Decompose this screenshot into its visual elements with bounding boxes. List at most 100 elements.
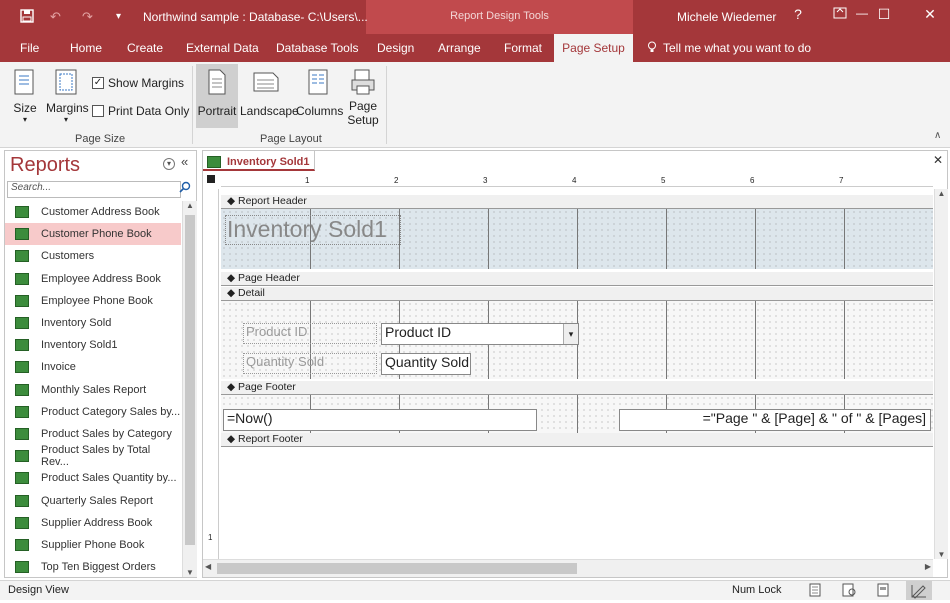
detail-section[interactable]: Product ID Product ID ▾ Quantity Sold Qu… <box>221 301 933 379</box>
scroll-right-icon[interactable]: ▶ <box>925 562 931 571</box>
list-item[interactable]: Customers <box>5 245 181 267</box>
document-title: Northwind sample : Database- C:\Users\..… <box>143 10 368 24</box>
horizontal-scrollbar[interactable]: ◀ ▶ <box>203 559 933 577</box>
scroll-down-icon[interactable]: ▼ <box>183 568 197 577</box>
page-header-band[interactable]: ◆ Page Header <box>221 272 933 286</box>
list-item[interactable]: Inventory Sold1 <box>5 334 181 356</box>
ruler-mark: 2 <box>394 176 399 185</box>
tab-external-data[interactable]: External Data <box>186 41 259 55</box>
vertical-scrollbar[interactable]: ▲ ▼ <box>934 189 948 559</box>
report-view-icon[interactable] <box>808 583 822 600</box>
tab-file[interactable]: File <box>20 41 39 55</box>
size-button[interactable]: Size ▾ <box>10 68 40 124</box>
scroll-thumb[interactable] <box>185 215 195 545</box>
close-document-icon[interactable]: ✕ <box>933 153 943 167</box>
tab-home[interactable]: Home <box>70 41 102 55</box>
tab-database-tools[interactable]: Database Tools <box>276 41 359 55</box>
tab-format[interactable]: Format <box>504 41 542 55</box>
design-view-icon[interactable] <box>906 581 932 600</box>
now-date-field[interactable]: =Now() <box>223 409 537 431</box>
landscape-button[interactable]: Landscape <box>240 68 299 118</box>
chevron-down-icon[interactable]: ▾ <box>563 324 578 344</box>
title-bar: ↶ ↷ ▾ Northwind sample : Database- C:\Us… <box>0 0 950 62</box>
scroll-left-icon[interactable]: ◀ <box>205 562 211 571</box>
search-icon[interactable] <box>179 181 191 196</box>
columns-button[interactable]: Columns <box>296 68 343 118</box>
customize-toolbar-icon[interactable]: ▾ <box>116 11 121 22</box>
scroll-up-icon[interactable]: ▲ <box>183 201 197 210</box>
undo-icon[interactable]: ↶ <box>50 9 61 25</box>
scroll-thumb[interactable] <box>217 563 577 574</box>
tab-create[interactable]: Create <box>127 41 163 55</box>
list-item[interactable]: Product Sales by Category <box>5 423 181 445</box>
help-button[interactable]: ? <box>778 6 818 22</box>
navigation-pane: Reports ▾ « Search... Customer Address B… <box>4 150 197 578</box>
list-item[interactable]: Inventory Sold <box>5 312 181 334</box>
list-item[interactable]: Customer Address Book <box>5 201 181 223</box>
page-setup-button[interactable]: Page Setup <box>344 68 382 127</box>
list-item[interactable]: Invoice <box>5 356 181 378</box>
page-header-label: Page Header <box>238 272 300 284</box>
grid-line <box>844 209 845 269</box>
list-item[interactable]: Product Sales by Total Rev... <box>5 444 181 468</box>
list-item-label: Top Ten Biggest Orders <box>41 561 156 574</box>
report-header-section[interactable]: Inventory Sold1 <box>221 209 933 269</box>
print-preview-icon[interactable] <box>842 583 856 600</box>
list-item[interactable]: Employee Phone Book <box>5 290 181 312</box>
collapse-pane-icon[interactable]: « <box>181 154 188 169</box>
list-item-label: Supplier Phone Book <box>41 538 145 551</box>
list-item[interactable]: Product Sales Quantity by... <box>5 467 181 489</box>
list-item[interactable]: Monthly Sales Report <box>5 379 181 401</box>
quantity-sold-field[interactable]: Quantity Sold <box>381 353 471 375</box>
list-item[interactable]: Supplier Address Book <box>5 512 181 534</box>
list-item[interactable]: Top Ten Biggest Orders <box>5 556 181 578</box>
grid-line <box>488 209 489 269</box>
maximize-button[interactable]: ☐ <box>864 6 904 23</box>
user-name[interactable]: Michele Wiedemer <box>677 10 776 24</box>
page-footer-band[interactable]: ◆ Page Footer <box>221 381 933 395</box>
report-icon <box>15 450 29 463</box>
portrait-button[interactable]: Portrait <box>196 64 238 128</box>
report-selector[interactable] <box>207 175 215 183</box>
collapse-ribbon-icon[interactable]: ∧ <box>934 130 941 141</box>
ruler-mark: 1 <box>208 533 213 542</box>
tab-design[interactable]: Design <box>377 41 414 55</box>
list-item[interactable]: Employee Address Book <box>5 268 181 290</box>
grid-line <box>577 209 578 269</box>
document-tab[interactable]: Inventory Sold1 <box>203 151 315 171</box>
margins-button[interactable]: Margins ▾ <box>46 68 89 124</box>
group-separator <box>386 66 387 144</box>
landscape-label: Landscape <box>240 104 299 118</box>
scroll-up-icon[interactable]: ▲ <box>935 189 948 198</box>
nav-pane-title[interactable]: Reports <box>10 154 80 177</box>
report-title-label[interactable]: Inventory Sold1 <box>225 215 401 245</box>
list-item-label: Product Sales by Category <box>41 427 172 440</box>
report-header-band[interactable]: ◆ Report Header <box>221 195 933 209</box>
report-footer-band[interactable]: ◆ Report Footer <box>221 433 933 447</box>
tab-page-setup[interactable]: Page Setup <box>554 34 633 62</box>
redo-icon[interactable]: ↷ <box>82 9 93 25</box>
product-id-combo[interactable]: Product ID ▾ <box>381 323 579 345</box>
detail-band[interactable]: ◆ Detail <box>221 287 933 301</box>
product-id-label[interactable]: Product ID <box>243 323 377 344</box>
vertical-ruler[interactable]: 1 <box>205 189 219 559</box>
list-item[interactable]: Customer Phone Book <box>5 223 181 246</box>
quantity-sold-label[interactable]: Quantity Sold <box>243 353 377 374</box>
show-margins-checkbox[interactable]: ✓ Show Margins <box>92 76 184 90</box>
list-item[interactable]: Quarterly Sales Report <box>5 489 181 511</box>
tab-arrange[interactable]: Arrange <box>438 41 481 55</box>
list-item[interactable]: Product Category Sales by... <box>5 401 181 423</box>
list-item[interactable]: Supplier Phone Book <box>5 534 181 556</box>
horizontal-ruler[interactable]: 1 2 3 4 5 6 7 <box>221 175 933 187</box>
nav-search-input[interactable]: Search... <box>7 181 181 198</box>
page-number-field[interactable]: ="Page " & [Page] & " of " & [Pages] <box>619 409 931 431</box>
tell-me-search[interactable]: Tell me what you want to do <box>663 41 811 55</box>
scroll-down-icon[interactable]: ▼ <box>935 550 948 559</box>
page-footer-section[interactable]: =Now() ="Page " & [Page] & " of " & [Pag… <box>221 395 933 433</box>
nav-scrollbar[interactable]: ▲ ▼ <box>182 201 197 577</box>
close-button[interactable]: ✕ <box>910 6 950 23</box>
print-data-only-checkbox[interactable]: Print Data Only <box>92 104 189 118</box>
nav-menu-chevron-icon[interactable]: ▾ <box>163 158 175 170</box>
layout-view-icon[interactable] <box>876 583 890 600</box>
save-icon[interactable] <box>20 9 34 26</box>
